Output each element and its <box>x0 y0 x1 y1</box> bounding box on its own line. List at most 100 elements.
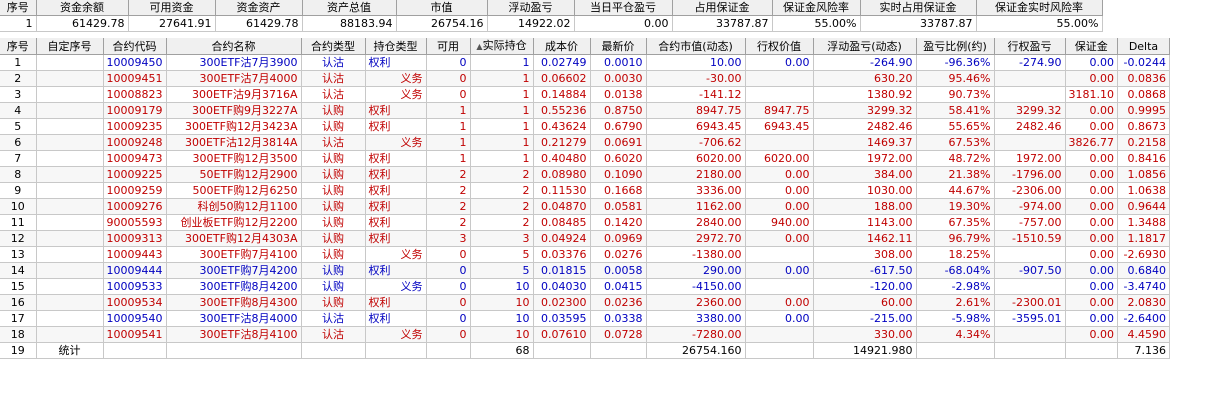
cell-last-price: 0.0138 <box>590 86 647 103</box>
cell-available-qty: 0 <box>426 54 471 71</box>
positions-column-header[interactable]: 行权盈亏 <box>994 38 1066 55</box>
table-row[interactable]: 16 10009534 300ETF购8月4300 认购 权利 0 10 0.02300 0.0… <box>0 294 1170 311</box>
cell-delta: 2.0830 <box>1117 294 1170 311</box>
cell-contract-code: 10008823 <box>103 86 167 103</box>
positions-column-header[interactable]: 合约类型 <box>301 38 366 55</box>
cell-exercise-value <box>745 134 814 151</box>
cell-available-qty: 1 <box>426 118 471 135</box>
positions-column-header[interactable]: 可用 <box>426 38 471 55</box>
total-cell-margin <box>1065 342 1118 359</box>
cell-cost-price: 0.08980 <box>533 166 591 183</box>
positions-column-header[interactable]: 浮动盈亏(动态) <box>813 38 917 55</box>
cell-available-qty: 0 <box>426 294 471 311</box>
table-row[interactable]: 12 10009313 300ETF购12月4303A 认购 权利 3 3 0.04924 0.… <box>0 230 1170 247</box>
summary-column-header[interactable]: 资金余额 <box>36 0 129 16</box>
summary-column-header[interactable]: 资产总值 <box>302 0 397 16</box>
positions-column-header[interactable]: 合约名称 <box>166 38 302 55</box>
summary-column-header[interactable]: 市值 <box>396 0 488 16</box>
summary-column-header[interactable]: 当日平仓盈亏 <box>574 0 673 16</box>
positions-column-header[interactable]: ▲实际持仓 <box>470 38 534 55</box>
cell-floating-pnl: 1030.00 <box>813 182 917 199</box>
total-cell-contract-code <box>103 342 167 359</box>
cell-row-index: 9 <box>0 182 37 199</box>
table-row[interactable]: 3 10008823 300ETF沽9月3716A 认沽 义务 0 1 0.14884 0.01… <box>0 86 1170 103</box>
summary-data-row[interactable]: 1 61429.78 27641.91 61429.78 88183.94 26754.1… <box>0 15 1103 32</box>
positions-column-header[interactable]: 成本价 <box>533 38 591 55</box>
cell-row-index: 13 <box>0 246 37 263</box>
cell-margin: 0.00 <box>1065 278 1118 295</box>
cell-contract-name: 500ETF购12月6250 <box>166 182 302 199</box>
cell-exercise-value: 6020.00 <box>745 150 814 167</box>
positions-column-header[interactable]: 自定序号 <box>36 38 104 55</box>
summary-column-header[interactable]: 实时占用保证金 <box>860 0 977 16</box>
total-cell-contract-name <box>166 342 302 359</box>
table-row[interactable]: 11 90005593 创业板ETF购12月2200 认购 权利 2 2 0.08485 0.1… <box>0 214 1170 231</box>
cell-exercise-value: 0.00 <box>745 54 814 71</box>
total-cell-custom-index: 统计 <box>36 342 104 359</box>
cell-last-price: 0.0030 <box>590 70 647 87</box>
cell-contract-code: 10009276 <box>103 198 167 215</box>
table-row[interactable]: 7 10009473 300ETF购12月3500 认购 权利 1 1 0.40480 0.60… <box>0 150 1170 167</box>
positions-column-header[interactable]: 合约市值(动态) <box>646 38 746 55</box>
table-row[interactable]: 9 10009259 500ETF购12月6250 认购 权利 2 2 0.11530 0.16… <box>0 182 1170 199</box>
positions-column-header[interactable]: 合约代码 <box>103 38 167 55</box>
summary-column-header[interactable]: 占用保证金 <box>672 0 773 16</box>
cell-market-value: 2180.00 <box>646 166 746 183</box>
table-row[interactable]: 17 10009540 300ETF沽8月4000 认沽 权利 0 10 0.03595 0.0… <box>0 310 1170 327</box>
table-row[interactable]: 13 10009443 300ETF购7月4100 认购 义务 0 5 0.03376 0.02… <box>0 246 1170 263</box>
cell-contract-type: 认沽 <box>301 54 366 71</box>
cell-exercise-pnl: -974.00 <box>994 198 1066 215</box>
cell-market-value: -30.00 <box>646 70 746 87</box>
cell-available-qty: 0 <box>426 86 471 103</box>
cell-margin: 0.00 <box>1065 102 1118 119</box>
cell-margin: 0.00 <box>1065 198 1118 215</box>
summary-column-header[interactable]: 序号 <box>0 0 37 16</box>
table-row[interactable]: 18 10009541 300ETF沽8月4100 认沽 义务 0 10 0.07610 0.0… <box>0 326 1170 343</box>
table-row[interactable]: 10 10009276 科创50购12月1100 认购 权利 2 2 0.04870 0.058… <box>0 198 1170 215</box>
table-row[interactable]: 14 10009444 300ETF购7月4200 认购 权利 0 5 0.01815 0.00… <box>0 262 1170 279</box>
cell-cost-price: 0.02749 <box>533 54 591 71</box>
cell-pnl-ratio: -5.98% <box>916 310 995 327</box>
positions-column-header[interactable]: 序号 <box>0 38 37 55</box>
summary-column-header[interactable]: 保证金实时风险率 <box>976 0 1103 16</box>
cell-pnl-ratio: -68.04% <box>916 262 995 279</box>
table-row[interactable]: 2 10009451 300ETF沽7月4000 认沽 义务 0 1 0.06602 0.003… <box>0 70 1170 87</box>
table-row[interactable]: 4 10009179 300ETF购9月3227A 认购 权利 1 1 0.55236 0.87… <box>0 102 1170 119</box>
cell-row-index: 7 <box>0 150 37 167</box>
table-row[interactable]: 8 10009225 50ETF购12月2900 认购 权利 2 2 0.08980 0.109… <box>0 166 1170 183</box>
positions-column-header[interactable]: 行权价值 <box>745 38 814 55</box>
cell-delta: -2.6930 <box>1117 246 1170 263</box>
summary-cell: 27641.91 <box>128 15 216 32</box>
cell-available-qty: 0 <box>426 70 471 87</box>
cell-exercise-pnl: -907.50 <box>994 262 1066 279</box>
column-header-label: 序号 <box>6 39 29 53</box>
cell-position-type: 义务 <box>365 326 427 343</box>
table-row[interactable]: 1 10009450 300ETF沽7月3900 认沽 权利 0 1 0.02749 0.001… <box>0 54 1170 71</box>
positions-column-header[interactable]: 持仓类型 <box>365 38 427 55</box>
total-row[interactable]: 19 统计 68 26754.160 14921.980 7.136 <box>0 342 1170 359</box>
summary-column-header[interactable]: 资金资产 <box>215 0 303 16</box>
positions-column-header[interactable]: 最新价 <box>590 38 647 55</box>
cell-available-qty: 2 <box>426 166 471 183</box>
cell-market-value: 3336.00 <box>646 182 746 199</box>
positions-column-header[interactable]: 保证金 <box>1065 38 1118 55</box>
cell-last-price: 0.0728 <box>590 326 647 343</box>
cell-pnl-ratio: 55.65% <box>916 118 995 135</box>
cell-position-type: 权利 <box>365 118 427 135</box>
summary-column-header[interactable]: 浮动盈亏 <box>487 0 575 16</box>
cell-custom-index <box>36 278 104 295</box>
summary-column-header[interactable]: 可用资金 <box>128 0 216 16</box>
cell-available-qty: 3 <box>426 230 471 247</box>
table-row[interactable]: 6 10009248 300ETF沽12月3814A 认沽 义务 1 1 0.21279 0.0… <box>0 134 1170 151</box>
summary-column-header[interactable]: 保证金风险率 <box>772 0 861 16</box>
cell-delta: 1.0638 <box>1117 182 1170 199</box>
cell-floating-pnl: -617.50 <box>813 262 917 279</box>
table-row[interactable]: 15 10009533 300ETF购8月4200 认购 义务 0 10 0.04030 0.0… <box>0 278 1170 295</box>
table-row[interactable]: 5 10009235 300ETF购12月3423A 认购 权利 1 1 0.43624 0.6… <box>0 118 1170 135</box>
summary-cell: 55.00% <box>772 15 861 32</box>
summary-cell: 26754.16 <box>396 15 488 32</box>
positions-column-header[interactable]: 盈亏比例(约) <box>916 38 995 55</box>
column-header-label: 盈亏比例(约) <box>923 39 987 53</box>
positions-column-header[interactable]: Delta <box>1117 38 1170 55</box>
cell-contract-type: 认购 <box>301 246 366 263</box>
